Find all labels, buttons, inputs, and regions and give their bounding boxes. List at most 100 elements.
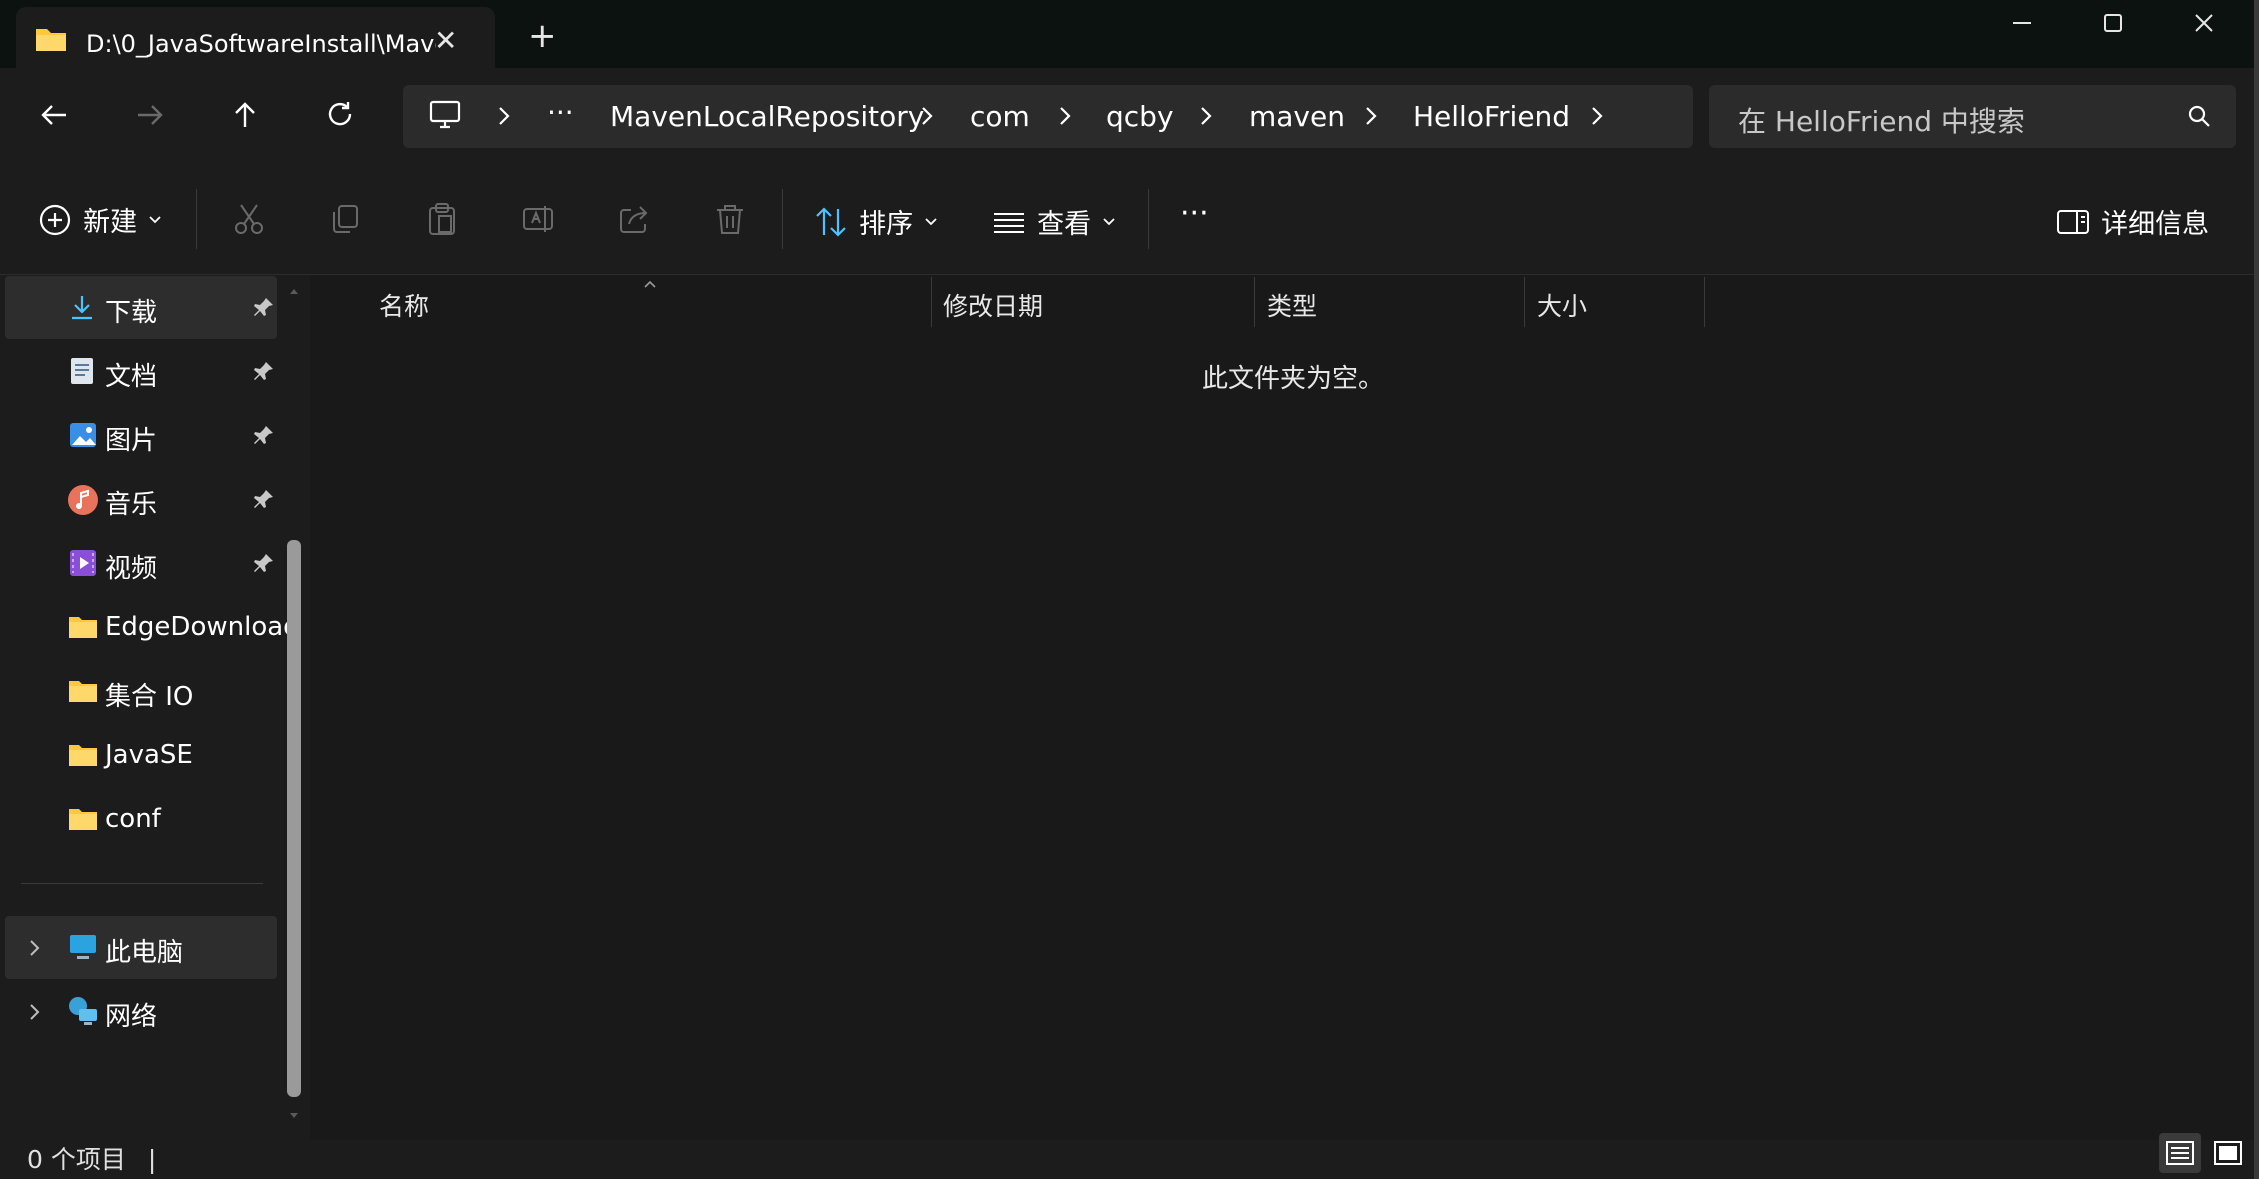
back-button[interactable] bbox=[31, 92, 77, 138]
paste-icon[interactable] bbox=[425, 202, 459, 240]
search-icon[interactable] bbox=[2186, 103, 2212, 133]
chevron-right-icon bbox=[1361, 103, 1381, 133]
breadcrumb-item-maven[interactable]: maven bbox=[1249, 100, 1345, 133]
sidebar-item-network[interactable]: 网络 bbox=[5, 980, 277, 1043]
refresh-button[interactable] bbox=[318, 92, 364, 138]
column-header-name[interactable]: 名称 bbox=[379, 287, 429, 323]
scroll-down-icon[interactable] bbox=[285, 1107, 303, 1125]
pin-icon[interactable] bbox=[253, 424, 275, 450]
new-tab-button[interactable]: + bbox=[528, 19, 557, 53]
download-icon bbox=[68, 293, 96, 325]
details-label: 详细信息 bbox=[2101, 209, 2210, 240]
sidebar-item-collection-io[interactable]: 集合 IO bbox=[5, 660, 277, 723]
empty-folder-message: 此文件夹为空。 bbox=[1202, 364, 1385, 394]
file-list[interactable] bbox=[318, 275, 2254, 1140]
scroll-up-icon[interactable] bbox=[285, 282, 303, 300]
tab-close-button[interactable]: ✕ bbox=[434, 24, 457, 57]
sort-ascending-icon bbox=[642, 274, 658, 293]
breadcrumb-item-com[interactable]: com bbox=[970, 100, 1030, 133]
sort-button[interactable]: 排序 bbox=[814, 202, 940, 241]
pin-icon[interactable] bbox=[253, 296, 275, 322]
large-icons-view-toggle[interactable] bbox=[2207, 1133, 2249, 1173]
sidebar-item-pictures[interactable]: 图片 bbox=[5, 404, 277, 467]
refresh-icon bbox=[328, 102, 352, 126]
breadcrumb-item-hellofriend[interactable]: HelloFriend bbox=[1413, 100, 1570, 133]
new-label: 新建 bbox=[83, 207, 138, 238]
folder-icon bbox=[68, 678, 98, 708]
chevron-right-icon[interactable] bbox=[1587, 103, 1607, 133]
search-placeholder: 在 HelloFriend 中搜索 bbox=[1738, 105, 2025, 138]
copy-icon[interactable] bbox=[328, 202, 362, 240]
arrow-up-icon bbox=[235, 102, 255, 127]
plus-circle-icon bbox=[39, 204, 71, 235]
status-divider: | bbox=[147, 1145, 157, 1174]
chevron-right-icon[interactable] bbox=[27, 1001, 43, 1027]
sidebar-item-this-pc[interactable]: 此电脑 bbox=[5, 916, 277, 979]
sidebar-item-music[interactable]: 音乐 bbox=[5, 468, 277, 531]
this-pc-icon[interactable] bbox=[428, 99, 462, 135]
pin-icon[interactable] bbox=[253, 488, 275, 514]
details-view-toggle[interactable] bbox=[2159, 1133, 2201, 1173]
column-separator[interactable] bbox=[1704, 277, 1705, 327]
breadcrumb-item-mavenlocalrepository[interactable]: MavenLocalRepository bbox=[610, 100, 924, 133]
rename-icon[interactable] bbox=[521, 202, 555, 240]
tab-active[interactable]: D:\0_JavaSoftwareInstall\Maven ✕ bbox=[16, 7, 495, 68]
maximize-button[interactable] bbox=[2083, 6, 2143, 40]
sidebar-item-videos[interactable]: 视频 bbox=[5, 532, 277, 595]
sidebar-item-label: 文档 bbox=[105, 362, 158, 392]
column-header-modified[interactable]: 修改日期 bbox=[943, 287, 1043, 323]
forward-button[interactable] bbox=[127, 92, 173, 138]
column-separator[interactable] bbox=[1254, 277, 1255, 327]
details-pane-button[interactable]: 详细信息 bbox=[2056, 202, 2209, 241]
column-separator[interactable] bbox=[931, 277, 932, 327]
close-icon bbox=[2195, 14, 2213, 32]
chevron-right-icon[interactable] bbox=[27, 937, 43, 963]
minimize-icon bbox=[2013, 22, 2031, 24]
arrow-left-icon bbox=[41, 105, 66, 125]
sidebar-item-label: 此电脑 bbox=[105, 938, 184, 968]
chevron-right-icon bbox=[1055, 103, 1075, 133]
toolbar-separator bbox=[196, 189, 197, 249]
column-header-size[interactable]: 大小 bbox=[1537, 287, 1587, 323]
details-pane-icon bbox=[2057, 209, 2089, 234]
close-window-button[interactable] bbox=[2174, 6, 2234, 40]
maximize-icon bbox=[2104, 14, 2122, 32]
sidebar-divider bbox=[21, 883, 263, 884]
sort-label: 排序 bbox=[859, 209, 914, 240]
up-button[interactable] bbox=[222, 92, 268, 138]
sort-icon bbox=[816, 206, 846, 237]
pin-icon[interactable] bbox=[253, 360, 275, 386]
new-button[interactable]: 新建 bbox=[38, 200, 164, 239]
view-button[interactable]: 查看 bbox=[992, 202, 1118, 241]
tab-title: D:\0_JavaSoftwareInstall\Maven bbox=[86, 30, 436, 58]
sidebar-item-downloads[interactable]: 下载 bbox=[5, 276, 277, 339]
sidebar-item-label: 音乐 bbox=[105, 490, 158, 520]
pin-icon[interactable] bbox=[253, 552, 275, 578]
video-icon bbox=[68, 548, 98, 582]
cut-icon[interactable] bbox=[232, 202, 266, 240]
sidebar-item-documents[interactable]: 文档 bbox=[5, 340, 277, 403]
column-header-type[interactable]: 类型 bbox=[1267, 287, 1317, 323]
sidebar-item-conf[interactable]: conf bbox=[5, 788, 277, 851]
item-count: 0 个项目 | bbox=[27, 1140, 156, 1176]
sidebar-item-edgedownload[interactable]: EdgeDownload bbox=[5, 596, 300, 659]
view-label: 查看 bbox=[1037, 209, 1092, 240]
breadcrumb-item-qcby[interactable]: qcby bbox=[1106, 100, 1174, 133]
details-view-icon bbox=[2166, 1141, 2194, 1165]
sidebar-item-javase[interactable]: JavaSE bbox=[5, 724, 277, 787]
folder-icon bbox=[68, 806, 98, 836]
sidebar-item-label: 网络 bbox=[105, 1002, 158, 1032]
network-icon bbox=[67, 995, 99, 1031]
more-options-button[interactable]: ··· bbox=[1180, 196, 1209, 231]
minimize-button[interactable] bbox=[1992, 6, 2052, 40]
share-icon[interactable] bbox=[617, 202, 651, 240]
breadcrumb-overflow[interactable]: ··· bbox=[547, 96, 574, 129]
delete-icon[interactable] bbox=[713, 202, 747, 240]
item-count-text: 0 个项目 bbox=[27, 1145, 126, 1174]
folder-icon bbox=[34, 25, 68, 57]
chevron-right-icon bbox=[917, 103, 937, 133]
column-separator[interactable] bbox=[1524, 277, 1525, 327]
sidebar-scrollbar-thumb[interactable] bbox=[287, 540, 301, 1097]
music-icon bbox=[67, 484, 99, 520]
arrow-right-icon bbox=[138, 105, 163, 125]
